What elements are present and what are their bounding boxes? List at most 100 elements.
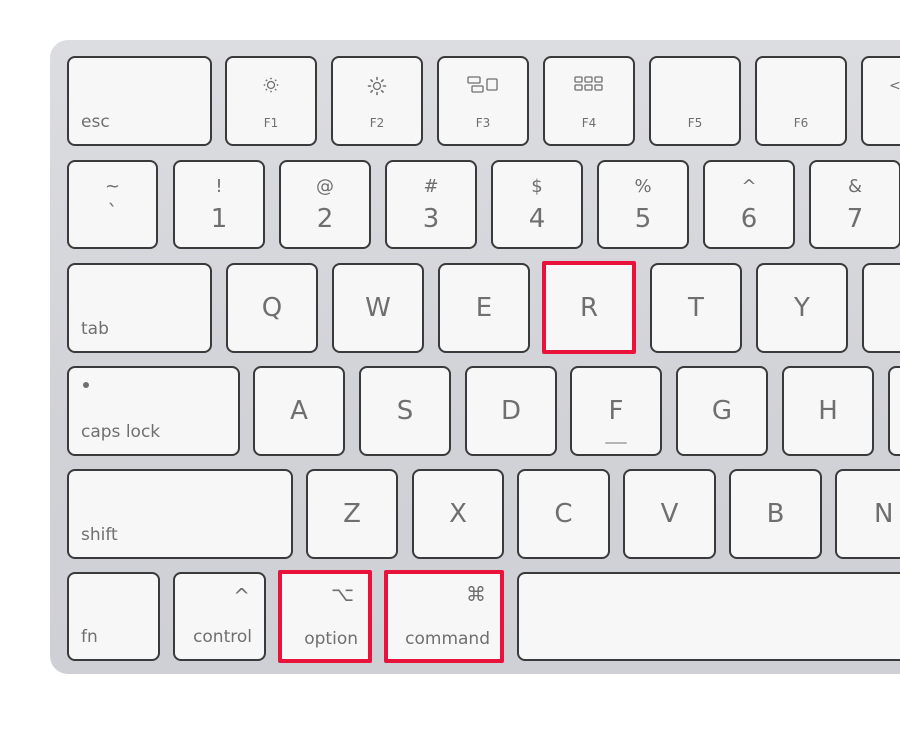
key-u[interactable] (862, 263, 900, 353)
command-symbol-icon: ⌘ (466, 582, 486, 606)
key-label: Q (261, 293, 283, 323)
key-label: V (660, 499, 679, 529)
key-label: command (405, 629, 490, 649)
key-label: shift (81, 525, 118, 545)
key-label: A (290, 396, 308, 426)
key-q[interactable]: Q (226, 263, 318, 353)
key-f3[interactable]: F3 (437, 56, 529, 146)
key-2[interactable]: @ 2 (279, 160, 371, 249)
key-caps-lock[interactable]: caps lock (67, 366, 240, 456)
key-3[interactable]: # 3 (385, 160, 477, 249)
key-x[interactable]: X (412, 469, 504, 559)
key-label: N (874, 499, 894, 529)
key-label: G (711, 396, 733, 426)
key-label: W (365, 293, 391, 323)
key-4[interactable]: $ 4 (491, 160, 583, 249)
key-label: 7 (846, 204, 864, 234)
key-label: caps lock (81, 422, 161, 442)
key-label: F5 (687, 116, 703, 130)
key-shift-label: # (423, 176, 439, 197)
key-label: F4 (581, 116, 597, 130)
key-backtick[interactable]: ~ ` (67, 160, 158, 249)
option-symbol-icon: ⌥ (330, 582, 354, 606)
key-e[interactable]: E (438, 263, 530, 353)
key-f7[interactable]: < (861, 56, 900, 146)
key-label: esc (81, 112, 110, 132)
brightness-up-icon (333, 76, 421, 96)
key-control[interactable]: ^ control (173, 572, 266, 661)
key-label: F6 (793, 116, 809, 130)
key-label: Y (794, 293, 810, 323)
key-label: S (396, 396, 414, 426)
key-label: F3 (475, 116, 491, 130)
key-tab[interactable]: tab (67, 263, 212, 353)
key-label: fn (81, 627, 98, 647)
key-w[interactable]: W (332, 263, 424, 353)
key-shift-label: ^ (741, 176, 757, 197)
key-label: tab (81, 319, 109, 339)
key-label: R (579, 292, 599, 323)
key-c[interactable]: C (517, 469, 610, 559)
key-t[interactable]: T (650, 263, 742, 353)
key-label: option (304, 629, 358, 649)
key-1[interactable]: ! 1 (173, 160, 265, 249)
key-f2[interactable]: F2 (331, 56, 423, 146)
key-n[interactable]: N (835, 469, 900, 559)
key-label: 6 (740, 204, 758, 234)
key-label: F1 (263, 116, 279, 130)
key-command-highlighted[interactable]: ⌘ command (384, 570, 504, 663)
key-label: E (475, 293, 493, 323)
rewind-icon: < (889, 78, 900, 94)
key-shift-label: @ (316, 176, 334, 197)
key-7[interactable]: & 7 (809, 160, 900, 249)
key-label: control (193, 627, 252, 647)
key-y[interactable]: Y (756, 263, 848, 353)
brightness-down-icon (227, 76, 315, 94)
key-label: C (554, 499, 573, 529)
key-shift-label: % (634, 176, 652, 197)
home-row-bump-icon (605, 442, 627, 444)
key-label: Z (343, 499, 361, 529)
caps-lock-indicator-icon (83, 382, 89, 388)
key-label: 2 (316, 204, 334, 234)
mission-control-icon (439, 76, 527, 94)
key-6[interactable]: ^ 6 (703, 160, 795, 249)
key-f6[interactable]: F6 (755, 56, 847, 146)
key-j[interactable] (888, 366, 900, 456)
key-label: X (449, 499, 467, 529)
key-option-highlighted[interactable]: ⌥ option (278, 570, 372, 663)
key-shift-label: $ (531, 176, 543, 197)
key-f5[interactable]: F5 (649, 56, 741, 146)
key-label: 1 (210, 204, 228, 234)
key-f1[interactable]: F1 (225, 56, 317, 146)
key-z[interactable]: Z (306, 469, 398, 559)
key-label: 4 (528, 204, 546, 234)
key-label: 3 (422, 204, 440, 234)
control-symbol-icon: ^ (233, 584, 250, 608)
key-label: F2 (369, 116, 385, 130)
key-shift-label: ~ (104, 176, 121, 197)
key-label: H (818, 396, 838, 426)
key-s[interactable]: S (359, 366, 451, 456)
key-f[interactable]: F (570, 366, 662, 456)
key-label: T (688, 293, 704, 323)
key-d[interactable]: D (465, 366, 557, 456)
key-b[interactable]: B (729, 469, 822, 559)
key-label: B (766, 499, 785, 529)
key-shift-label: ! (215, 176, 223, 197)
key-label: 5 (634, 204, 652, 234)
key-r-highlighted[interactable]: R (542, 261, 636, 354)
key-h[interactable]: H (782, 366, 874, 456)
launchpad-icon (545, 76, 633, 92)
key-f4[interactable]: F4 (543, 56, 635, 146)
key-shift[interactable]: shift (67, 469, 293, 559)
key-fn[interactable]: fn (67, 572, 160, 661)
key-g[interactable]: G (676, 366, 768, 456)
key-a[interactable]: A (253, 366, 345, 456)
key-5[interactable]: % 5 (597, 160, 689, 249)
key-v[interactable]: V (623, 469, 716, 559)
key-space[interactable] (517, 572, 900, 661)
key-esc[interactable]: esc (67, 56, 212, 146)
key-label: ` (107, 200, 118, 224)
key-shift-label: & (847, 176, 863, 197)
